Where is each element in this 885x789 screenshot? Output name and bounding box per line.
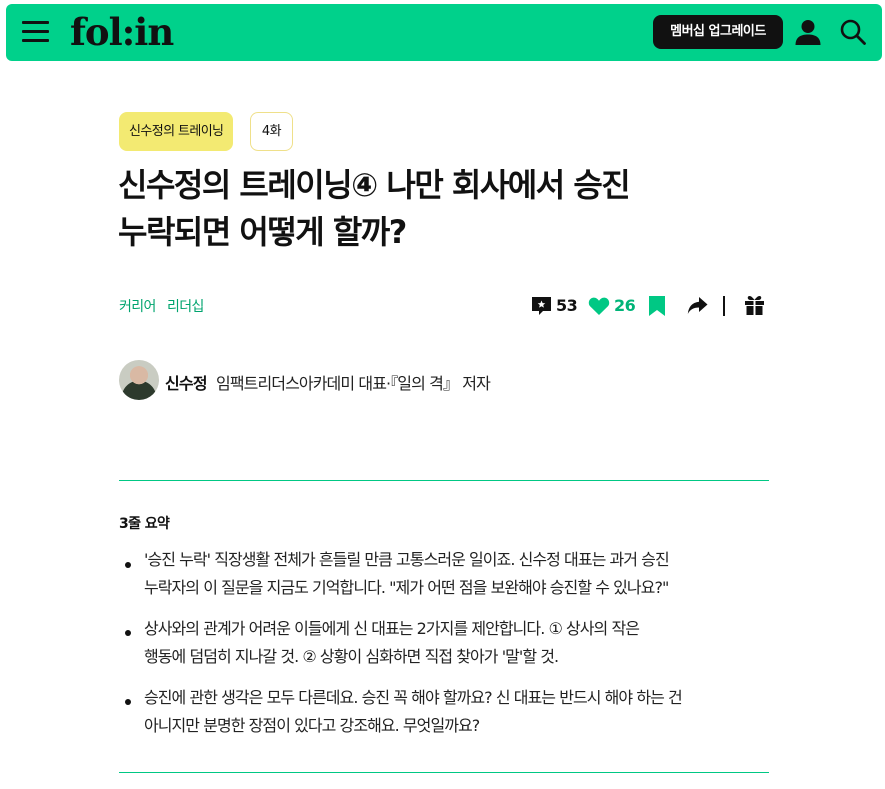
summary-heading: 3줄 요약	[119, 516, 170, 532]
summary-bottom-divider	[119, 772, 769, 773]
summary-top-divider	[119, 480, 769, 481]
gift-icon[interactable]	[744, 295, 765, 316]
summary-item: 상사와의 관계가 어려운 이들에게 신 대표는 2가지를 제안합니다. ① 상사…	[144, 615, 769, 671]
author-avatar[interactable]	[119, 360, 159, 400]
summary-item: '승진 누락' 직장생활 전체가 흔들릴 만큼 고통스러운 일이죠. 신수정 대…	[144, 546, 769, 602]
bullet-dot	[125, 630, 131, 636]
summary-line: 행동에 덤덤히 지나갈 것. ② 상황이 심화하면 직접 찾아가 '말'할 것.	[144, 647, 559, 666]
summary-line: '승진 누락' 직장생활 전체가 흔들릴 만큼 고통스러운 일이죠. 신수정 대…	[144, 550, 670, 569]
author-name[interactable]: 신수정	[165, 370, 208, 394]
category-career[interactable]: 커리어	[119, 296, 156, 316]
share-icon[interactable]	[687, 296, 708, 315]
category-leadership[interactable]: 리더십	[167, 296, 204, 316]
article-title-line: 신수정의 트레이닝④ 나만 회사에서 승진	[118, 166, 631, 204]
action-divider	[723, 296, 725, 316]
episode-tag: 4화	[250, 112, 293, 151]
bookmark-icon[interactable]	[648, 295, 666, 317]
bullet-dot	[125, 562, 131, 568]
article-title: 신수정의 트레이닝④ 나만 회사에서 승진 누락되면 어떻게 할까?	[118, 162, 758, 256]
summary-line: 상사와의 관계가 어려운 이들에게 신 대표는 2가지를 제안합니다. ① 상사…	[144, 619, 640, 638]
like-count: 26	[614, 296, 636, 315]
logo[interactable]: fol:in	[70, 10, 174, 54]
author-description: 임팩트리더스아카데미 대표·『일의 격』 저자	[216, 374, 491, 393]
hamburger-icon[interactable]	[22, 20, 49, 44]
series-tag[interactable]: 신수정의 트레이닝	[119, 112, 234, 151]
user-icon[interactable]	[794, 18, 822, 46]
membership-upgrade-button[interactable]: 멤버십 업그레이드	[653, 15, 783, 49]
article-title-line: 누락되면 어떻게 할까?	[118, 213, 407, 251]
heart-icon[interactable]	[588, 296, 610, 316]
summary-line: 아니지만 분명한 장점이 있다고 강조해요. 무엇일까요?	[144, 716, 480, 735]
comment-icon[interactable]	[531, 296, 552, 317]
comment-count: 53	[556, 296, 578, 315]
top-navigation-bar: fol:in 멤버십 업그레이드	[6, 4, 882, 61]
summary-line: 승진에 관한 생각은 모두 다른데요. 승진 꼭 해야 할까요? 신 대표는 반…	[144, 688, 683, 707]
summary-line: 누락자의 이 질문을 지금도 기억합니다. "제가 어떤 점을 보완해야 승진할…	[144, 578, 669, 597]
search-icon[interactable]	[839, 18, 867, 46]
bullet-dot	[125, 699, 131, 705]
summary-item: 승진에 관한 생각은 모두 다른데요. 승진 꼭 해야 할까요? 신 대표는 반…	[144, 684, 769, 740]
